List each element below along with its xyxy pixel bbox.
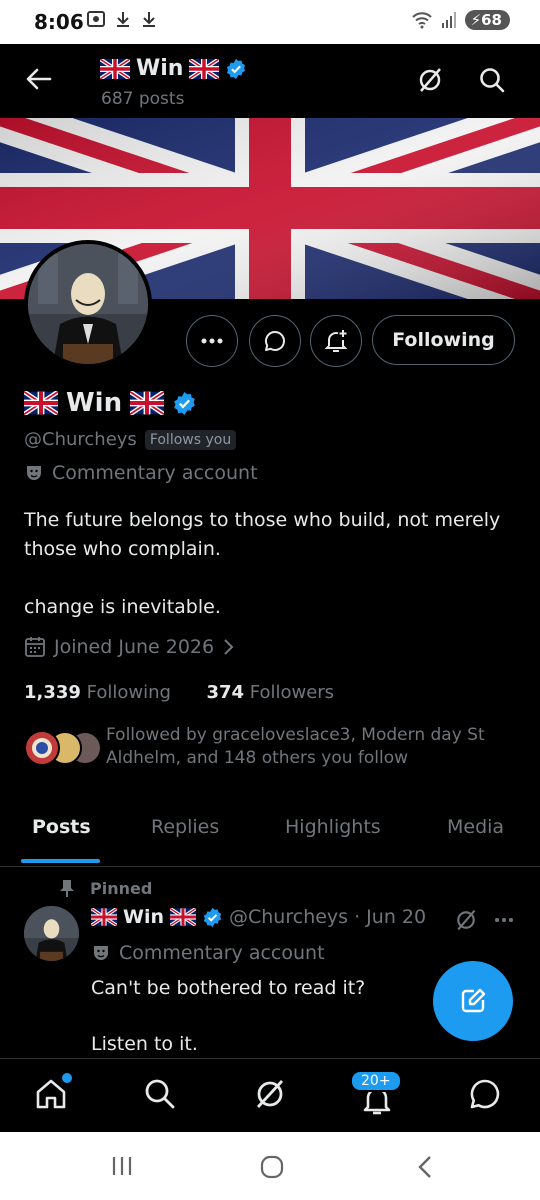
post-avatar-image <box>24 906 79 961</box>
more-dots-icon <box>201 338 223 344</box>
compose-icon <box>461 988 486 1013</box>
verified-badge-icon[interactable] <box>172 391 197 416</box>
search-icon[interactable] <box>478 66 506 94</box>
post-category-label: Commentary account <box>119 942 325 964</box>
wifi-icon <box>411 12 432 29</box>
theater-mask-icon <box>94 946 108 960</box>
account-category[interactable]: Commentary account <box>24 462 258 484</box>
uk-flag-icon <box>130 391 165 415</box>
following-label: Following <box>86 682 171 703</box>
profile-avatar[interactable] <box>24 240 152 368</box>
status-bar: 8:06 ⚡68 <box>0 0 540 44</box>
followers-link[interactable]: 374 Followers <box>206 682 334 703</box>
messages-icon[interactable] <box>468 1077 502 1111</box>
pinned-indicator: Pinned <box>58 878 152 898</box>
uk-flag-icon <box>189 58 220 79</box>
download-icon <box>117 12 130 27</box>
post-handle-date: @Churcheys · Jun 20 <box>229 906 427 928</box>
follow-counts: 1,339 Following 374 Followers <box>24 682 334 703</box>
more-options-button[interactable] <box>186 315 238 367</box>
download-icon <box>142 12 155 27</box>
tab-replies[interactable]: Replies <box>151 816 219 838</box>
search-icon[interactable] <box>143 1077 177 1111</box>
profile-bio: The future belongs to those who build, n… <box>24 506 514 622</box>
follows-you-badge: Follows you <box>144 429 237 450</box>
header-title: Win <box>100 56 247 81</box>
handle: @Churcheys <box>24 429 137 450</box>
followers-count: 374 <box>206 682 245 703</box>
message-bubble-icon <box>265 331 285 351</box>
notifications-badge: 20+ <box>350 1070 402 1092</box>
tab-highlights[interactable]: Highlights <box>285 816 381 838</box>
message-button[interactable] <box>249 315 301 367</box>
display-name: Win <box>66 388 123 418</box>
compose-button[interactable] <box>433 961 513 1041</box>
uk-flag-icon <box>100 58 130 79</box>
post-account-category: Commentary account <box>91 942 325 964</box>
post-header: Win @Churcheys · Jun 20 <box>91 906 426 928</box>
notification-icons <box>86 10 157 33</box>
following-button[interactable]: Following <box>372 315 515 365</box>
bio-line: change is inevitable. <box>24 596 221 618</box>
recent-apps-icon[interactable] <box>110 1154 134 1178</box>
home-unread-dot <box>60 1071 74 1085</box>
back-arrow-icon[interactable] <box>24 64 54 94</box>
more-dots-icon[interactable] <box>494 917 514 923</box>
theater-mask-icon <box>27 466 41 480</box>
battery-icon: ⚡68 <box>464 10 510 30</box>
category-label: Commentary account <box>52 462 258 484</box>
system-navigation-bar <box>0 1132 540 1200</box>
follower-avatars <box>24 730 102 766</box>
chevron-right-icon <box>224 639 234 655</box>
header-name: Win <box>136 56 184 81</box>
header-post-count: 687 posts <box>101 89 185 109</box>
post-body[interactable]: Can't be bothered to read it? Listen to … <box>91 974 491 1058</box>
grok-icon[interactable] <box>253 1077 287 1111</box>
profile-name: Win <box>24 388 197 418</box>
grok-icon[interactable] <box>416 66 444 94</box>
verified-badge-icon <box>203 907 222 927</box>
avatar-image <box>28 244 148 364</box>
followed-by-text: Followed by graceloveslace3, Modern day … <box>106 725 485 768</box>
bell-plus-icon <box>324 330 348 352</box>
battery-level: 68 <box>481 11 502 29</box>
pinned-label: Pinned <box>90 878 153 898</box>
calendar-icon <box>25 637 45 657</box>
profile-header: Win 687 posts <box>0 44 540 118</box>
system-status: ⚡68 <box>411 10 510 30</box>
post-author-name[interactable]: Win <box>123 906 164 928</box>
active-tab-indicator <box>21 859 100 863</box>
following-count: 1,339 <box>24 682 81 703</box>
screenshot-icon <box>87 11 105 27</box>
grok-icon[interactable] <box>454 908 478 932</box>
joined-label: Joined June 2026 <box>54 636 215 658</box>
profile-tabs: Posts Replies Highlights Media <box>0 808 540 867</box>
home-button-icon[interactable] <box>259 1154 285 1180</box>
post-text-line: Listen to it. <box>91 1033 198 1055</box>
uk-flag-icon <box>24 391 58 415</box>
joined-date[interactable]: Joined June 2026 <box>24 636 234 658</box>
followed-by[interactable]: Followed by graceloveslace3, Modern day … <box>24 724 506 770</box>
tab-media[interactable]: Media <box>447 816 504 838</box>
tab-posts[interactable]: Posts <box>32 816 91 838</box>
pin-icon <box>60 880 74 897</box>
uk-flag-icon <box>170 908 196 926</box>
post-avatar[interactable] <box>24 906 79 961</box>
uk-flag-icon <box>91 908 117 926</box>
follower-avatar <box>24 730 60 766</box>
following-link[interactable]: 1,339 Following <box>24 682 171 703</box>
bio-line: The future belongs to those who build, n… <box>24 509 501 560</box>
verified-badge-icon <box>227 58 246 79</box>
followers-label: Followers <box>249 682 335 703</box>
back-nav-icon[interactable] <box>414 1154 436 1180</box>
signal-icon <box>441 12 456 28</box>
status-time: 8:06 <box>34 10 84 34</box>
notify-button[interactable] <box>310 315 362 367</box>
profile-handle-row: @Churcheys Follows you <box>24 429 237 450</box>
post-text-line: Can't be bothered to read it? <box>91 977 366 999</box>
bottom-navigation: 20+ <box>0 1058 540 1133</box>
